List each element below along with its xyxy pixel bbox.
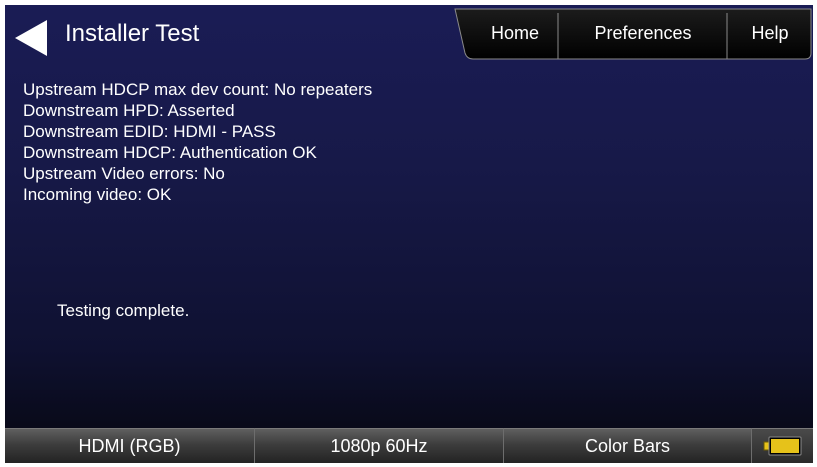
tab-help[interactable]: Help	[731, 23, 809, 44]
test-result-message: Testing complete.	[57, 301, 190, 320]
tab-home[interactable]: Home	[475, 23, 555, 44]
battery-icon	[763, 436, 801, 456]
interface-button[interactable]: HDMI (RGB)	[5, 428, 255, 463]
test-pattern-button[interactable]: Color Bars	[504, 428, 752, 463]
tab-preferences[interactable]: Preferences	[563, 23, 723, 44]
app-screen: Installer Test Home Preferences Help Ups…	[5, 5, 813, 463]
bottom-status-bar: HDMI (RGB) 1080p 60Hz Color Bars	[5, 428, 813, 463]
battery-status	[752, 428, 813, 463]
test-pattern-label: Color Bars	[584, 435, 671, 456]
status-line-incoming-video: Incoming video: OK	[23, 185, 172, 204]
status-line-downstream-hdcp: Downstream HDCP: Authentication OK	[23, 143, 317, 162]
status-line-upstream-hdcp: Upstream HDCP max dev count: No repeater…	[23, 80, 373, 99]
video-format-label: 1080p 60Hz	[330, 435, 428, 456]
video-format-button[interactable]: 1080p 60Hz	[255, 428, 504, 463]
page-title: Installer Test	[65, 20, 200, 47]
status-line-upstream-video-errors: Upstream Video errors: No	[23, 164, 225, 183]
status-line-downstream-edid: Downstream EDID: HDMI - PASS	[23, 122, 276, 141]
back-arrow-icon[interactable]	[13, 19, 49, 57]
header-tab-bar: Home Preferences Help	[453, 7, 813, 61]
status-line-downstream-hpd: Downstream HPD: Asserted	[23, 101, 235, 120]
test-status-list: Upstream HDCP max dev count: No repeater…	[23, 79, 393, 205]
interface-label: HDMI (RGB)	[78, 435, 181, 456]
